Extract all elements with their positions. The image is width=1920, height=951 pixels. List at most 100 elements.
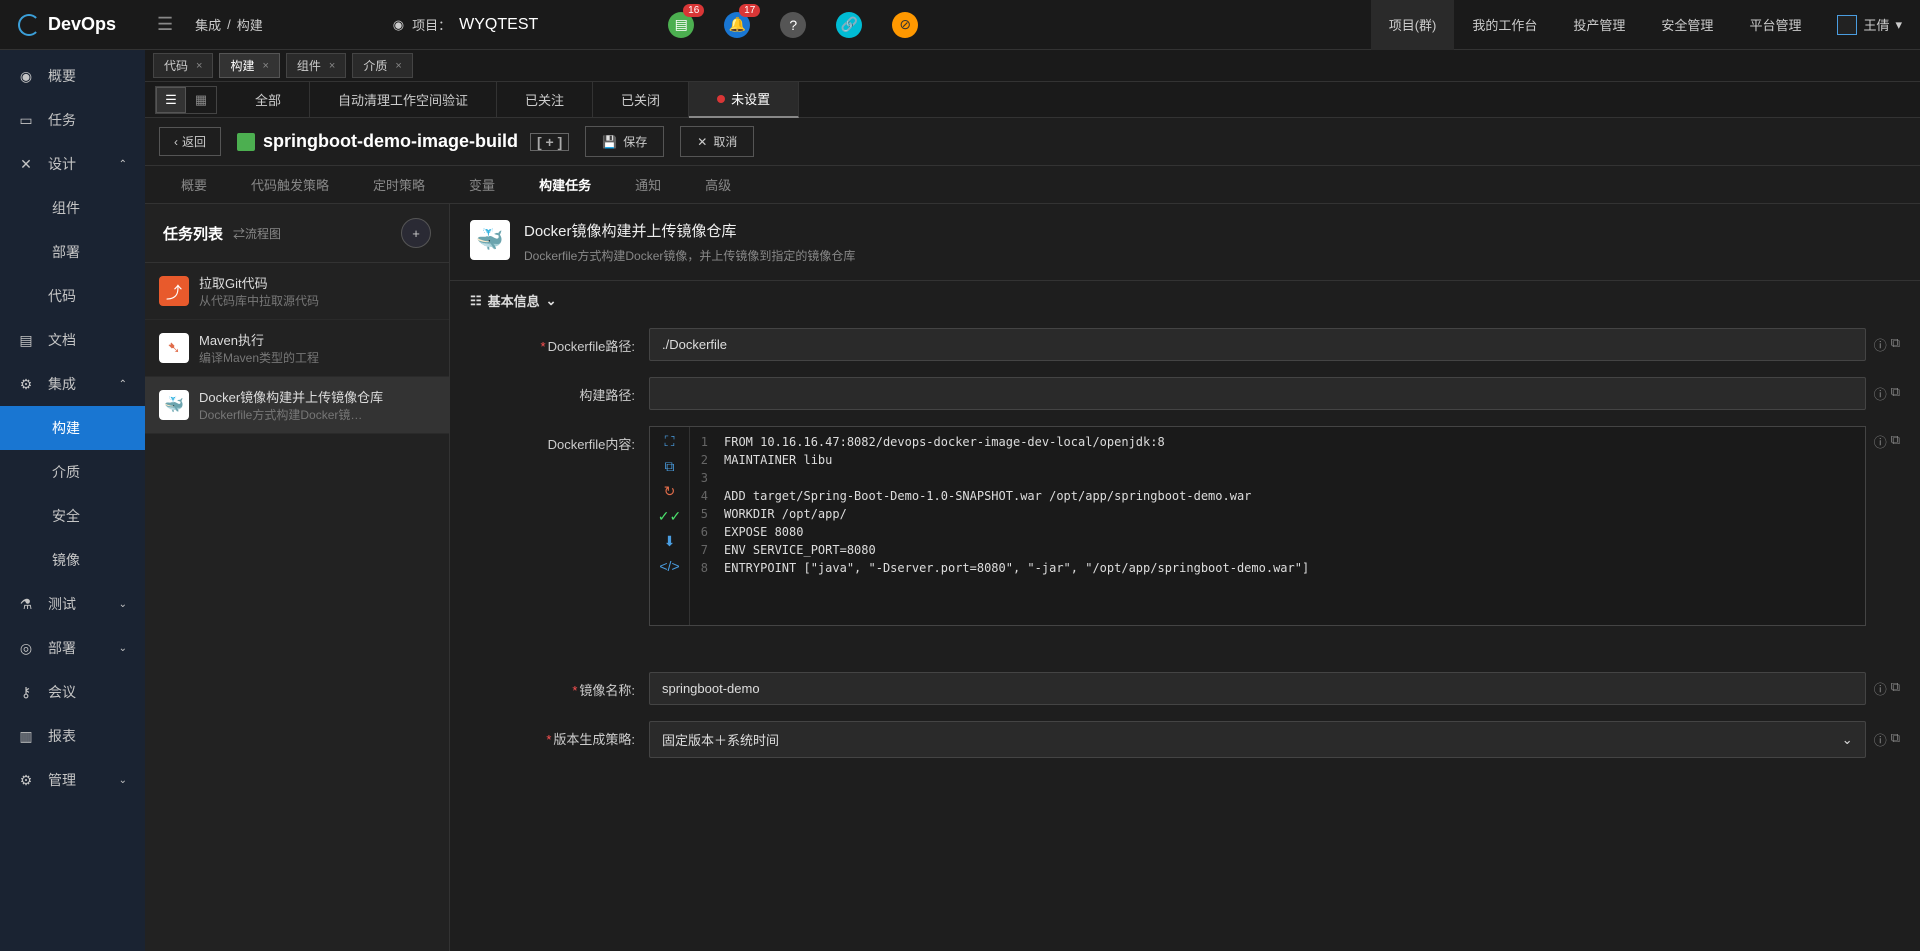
build-path-input[interactable] [649,377,1866,410]
chevron-up-icon: ⌃ [119,379,127,390]
version-policy-select[interactable]: 固定版本＋系统时间 ⌄ [649,721,1866,758]
cancel-button[interactable]: ✕取消 [680,126,754,157]
inner-tab[interactable]: 概要 [159,166,229,203]
editor-tab[interactable]: 组件× [286,53,346,78]
download-icon[interactable]: ⬇ [664,533,676,550]
sidebar-label: 测试 [48,594,76,614]
dockerfile-path-input[interactable] [649,328,1866,361]
document-icon[interactable]: ▤16 [668,12,694,38]
check-icon[interactable]: ✓✓ [658,508,681,525]
help-icon[interactable]: ⓘ [1874,384,1887,403]
brand-logo[interactable]: DevOps [0,14,145,36]
sidebar-item[interactable]: 部署 [0,230,145,274]
menu-toggle-icon[interactable]: ☰ [145,14,185,35]
help-icon[interactable]: ? [780,12,806,38]
dockerfile-editor[interactable]: ⛶ ⧉ ↻ ✓✓ ⬇ </> 12345678 FROM 10.16.16.47… [649,426,1866,626]
sidebar-icon: ⚷ [18,684,34,701]
code-content[interactable]: FROM 10.16.16.47:8082/devops-docker-imag… [714,427,1865,625]
filter-item[interactable]: 全部 [227,82,310,118]
sidebar-icon: ✕ [18,156,34,173]
breadcrumb-integration[interactable]: 集成 [195,15,221,34]
sidebar-item[interactable]: 介质 [0,450,145,494]
detail-panel: 🐳 Docker镜像构建并上传镜像仓库 Dockerfile方式构建Docker… [450,204,1920,951]
save-button[interactable]: 💾保存 [585,126,664,157]
copy-icon[interactable]: ⧉ [1891,432,1900,451]
tab-close-icon[interactable]: × [196,60,202,72]
inner-tab[interactable]: 构建任务 [517,166,613,203]
filter-item[interactable]: 已关闭 [593,82,689,118]
task-item[interactable]: 🐳Docker镜像构建并上传镜像仓库Dockerfile方式构建Docker镜… [145,377,449,434]
tab-close-icon[interactable]: × [395,60,401,72]
tab-close-icon[interactable]: × [329,60,335,72]
user-menu[interactable]: 王倩▾ [1819,15,1920,35]
sidebar-item[interactable]: ✕设计⌃ [0,142,145,186]
add-task-button[interactable]: + [401,218,431,248]
copy-icon[interactable]: ⧉ [1891,679,1900,698]
sidebar-item[interactable]: ▥报表 [0,714,145,758]
grid-view-icon[interactable]: ▦ [186,87,216,113]
help-icon[interactable]: ⓘ [1874,730,1887,749]
copy-icon[interactable]: ⧉ [1891,384,1900,403]
inner-tab[interactable]: 通知 [613,166,683,203]
sidebar-item[interactable]: 代码 [0,274,145,318]
sidebar-item[interactable]: 镜像 [0,538,145,582]
sidebar-item[interactable]: 构建 [0,406,145,450]
section-header-basic[interactable]: ☷ 基本信息 ⌄ [450,281,1920,320]
back-button[interactable]: ‹返回 [159,127,221,156]
project-selector[interactable]: ◉ 项目： WYQTEST [393,15,538,34]
copy-icon[interactable]: ⧉ [1891,335,1900,354]
task-item-icon: ⤴ [159,276,189,306]
title-bar: ‹返回 springboot-demo-image-build [ + ] 💾保… [145,118,1920,166]
topnav-item[interactable]: 安全管理 [1643,0,1731,50]
sidebar-item[interactable]: ⚙管理⌄ [0,758,145,802]
sidebar-item[interactable]: ⚗测试⌄ [0,582,145,626]
copy-icon[interactable]: ⧉ [665,458,675,475]
help-icon[interactable]: ⓘ [1874,432,1887,451]
filter-item[interactable]: 未设置 [689,82,799,118]
redo-icon[interactable]: ↻ [664,483,676,500]
sidebar-label: 集成 [48,374,76,394]
help-icon[interactable]: ⓘ [1874,335,1887,354]
sidebar-item[interactable]: ▤文档 [0,318,145,362]
editor-tab[interactable]: 介质× [352,53,412,78]
breadcrumb-build[interactable]: 构建 [237,15,263,34]
sidebar-label: 管理 [48,770,76,790]
sidebar-item[interactable]: 安全 [0,494,145,538]
help-icon[interactable]: ⓘ [1874,679,1887,698]
code-icon[interactable]: </> [659,558,679,574]
task-item[interactable]: ⤴拉取Git代码从代码库中拉取源代码 [145,263,449,320]
task-list-flowchart-link[interactable]: ⇄流程图 [233,225,281,242]
inner-tab[interactable]: 定时策略 [351,166,447,203]
sidebar-item[interactable]: ◎部署⌄ [0,626,145,670]
close-icon: ✕ [697,135,707,149]
bell-icon[interactable]: 🔔17 [724,12,750,38]
copy-icon[interactable]: ⧉ [1891,730,1900,749]
topnav-item[interactable]: 平台管理 [1731,0,1819,50]
filter-item[interactable]: 自动清理工作空间验证 [310,82,497,118]
sidebar-label: 报表 [48,726,76,746]
editor-tab[interactable]: 构建× [219,53,279,78]
topnav-item[interactable]: 项目(群) [1371,0,1455,50]
topnav-item[interactable]: 投产管理 [1555,0,1643,50]
sidebar-item[interactable]: ⚙集成⌃ [0,362,145,406]
sidebar-item[interactable]: ▭任务 [0,98,145,142]
sidebar-item[interactable]: ⚷会议 [0,670,145,714]
inner-tab[interactable]: 高级 [683,166,753,203]
sidebar-item[interactable]: 组件 [0,186,145,230]
topnav-item[interactable]: 我的工作台 [1454,0,1555,50]
task-item[interactable]: ➷Maven执行编译Maven类型的工程 [145,320,449,377]
expand-icon[interactable]: ⛶ [665,433,675,450]
image-name-input[interactable] [649,672,1866,705]
add-bracket-button[interactable]: [ + ] [530,133,569,151]
tab-close-icon[interactable]: × [262,60,268,72]
field-dockerfile-path: *Dockerfile路径: ⓘ⧉ [450,320,1920,369]
inner-tab[interactable]: 变量 [447,166,517,203]
sidebar-item[interactable]: ◉概要 [0,54,145,98]
breadcrumb: 集成 / 构建 [185,15,273,34]
list-view-icon[interactable]: ☰ [156,87,186,113]
inner-tab[interactable]: 代码触发策略 [229,166,351,203]
filter-item[interactable]: 已关注 [497,82,593,118]
blocked-icon[interactable]: ⊘ [892,12,918,38]
link-icon[interactable]: 🔗 [836,12,862,38]
editor-tab[interactable]: 代码× [153,53,213,78]
